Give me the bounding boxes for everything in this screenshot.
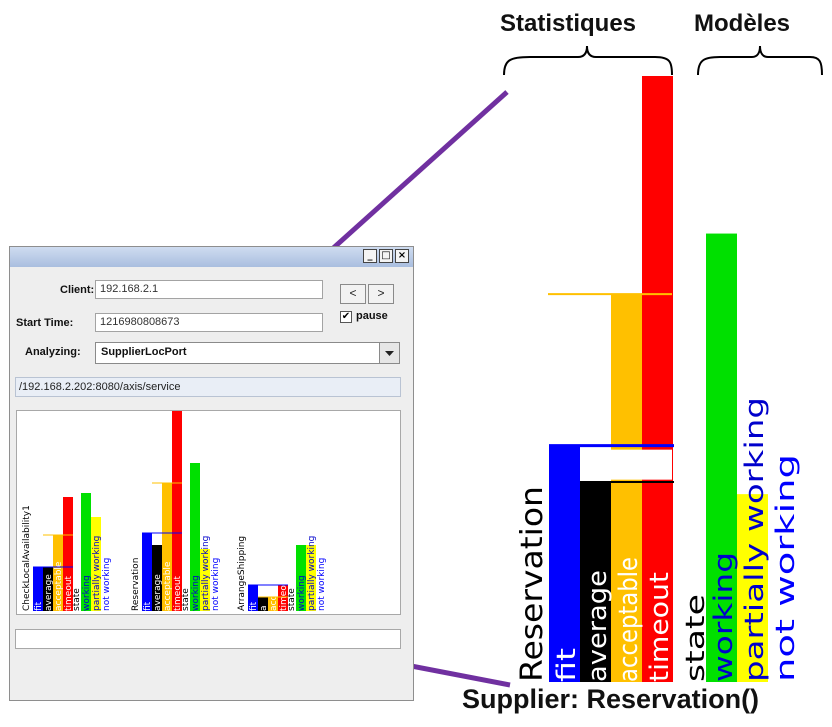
stat-label: fit [249,601,259,611]
stat-label: a [259,605,269,611]
group-name-label: CheckLocalAvailability1 [22,505,32,611]
client-label: Client: [60,284,95,296]
model-label: not working [317,558,327,611]
analyzing-label: Analyzing: [25,346,81,358]
start-time-label: Start Time: [16,317,74,329]
statistics-heading: Statistiques [500,10,637,37]
model-label: working [709,552,739,682]
stat-label: fit [552,648,582,682]
close-button[interactable]: × [395,249,409,263]
model-label: working [82,575,92,611]
monitor-window: _ □ × Client: 192.168.2.1 Start Time: 12… [9,246,414,701]
stat-label: acceptable [269,561,279,611]
model-label: not working [771,454,801,682]
group-name-label: Reservation [131,558,141,611]
checkbox-check-icon[interactable]: ✔ [340,311,352,323]
stat-label: fit [34,601,44,611]
stat-label: acceptable [163,561,173,611]
service-path-field: /192.168.2.202:8080/axis/service [15,377,401,397]
group-name-label: ArrangeShipping [237,536,247,611]
model-label: working [297,575,307,611]
stat-label: acceptable [614,557,644,682]
maximize-button[interactable]: □ [379,249,393,263]
analyzing-value: SupplierLocPort [101,346,187,358]
next-button[interactable]: > [368,284,394,304]
caption: Supplier: Reservation() [462,684,760,714]
stat-overlap-gap [580,449,672,480]
model-label: working [191,575,201,611]
reservation-zoom-chart: Reservation fit average acceptable timeout st… [515,76,801,682]
model-label: partially working [307,536,317,611]
pause-label: pause [356,310,388,322]
previous-button[interactable]: < [340,284,366,304]
stat-label: average [44,574,54,611]
model-label: not working [211,558,221,611]
minimize-button[interactable]: _ [363,249,377,263]
models-heading: Modèles [694,10,791,37]
stat-bar-fit [142,533,152,611]
chevron-down-icon [385,351,394,356]
service-chart: CheckLocalAvailability1 fit average accepta… [22,411,327,611]
stat-label: average [583,570,613,682]
pause-checkbox[interactable]: ✔ pause [340,310,400,326]
client-field[interactable]: 192.168.2.1 [95,280,323,299]
stat-bar-fit [549,445,580,682]
model-label: partially working [92,536,102,611]
title-bar[interactable]: _ □ × [10,247,413,267]
stat-label: timeout [645,572,675,682]
stat-label: average [153,574,163,611]
state-label: state [287,588,297,611]
analyzing-dropdown[interactable]: SupplierLocPort [95,342,400,364]
state-label: state [181,588,191,611]
chart-panel: CheckLocalAvailability1 fit average accepta… [16,410,401,615]
state-label: state [72,588,82,611]
model-label: not working [102,558,112,611]
group-name-label: Reservation [515,486,550,682]
model-label: partially working [201,536,211,611]
dropdown-arrow[interactable] [379,343,399,363]
model-label: partially working [740,397,770,682]
status-field [15,629,401,649]
start-time-field[interactable]: 1216980808673 [95,313,323,332]
stat-label: acceptable [54,561,64,611]
stat-label: fit [143,601,153,611]
